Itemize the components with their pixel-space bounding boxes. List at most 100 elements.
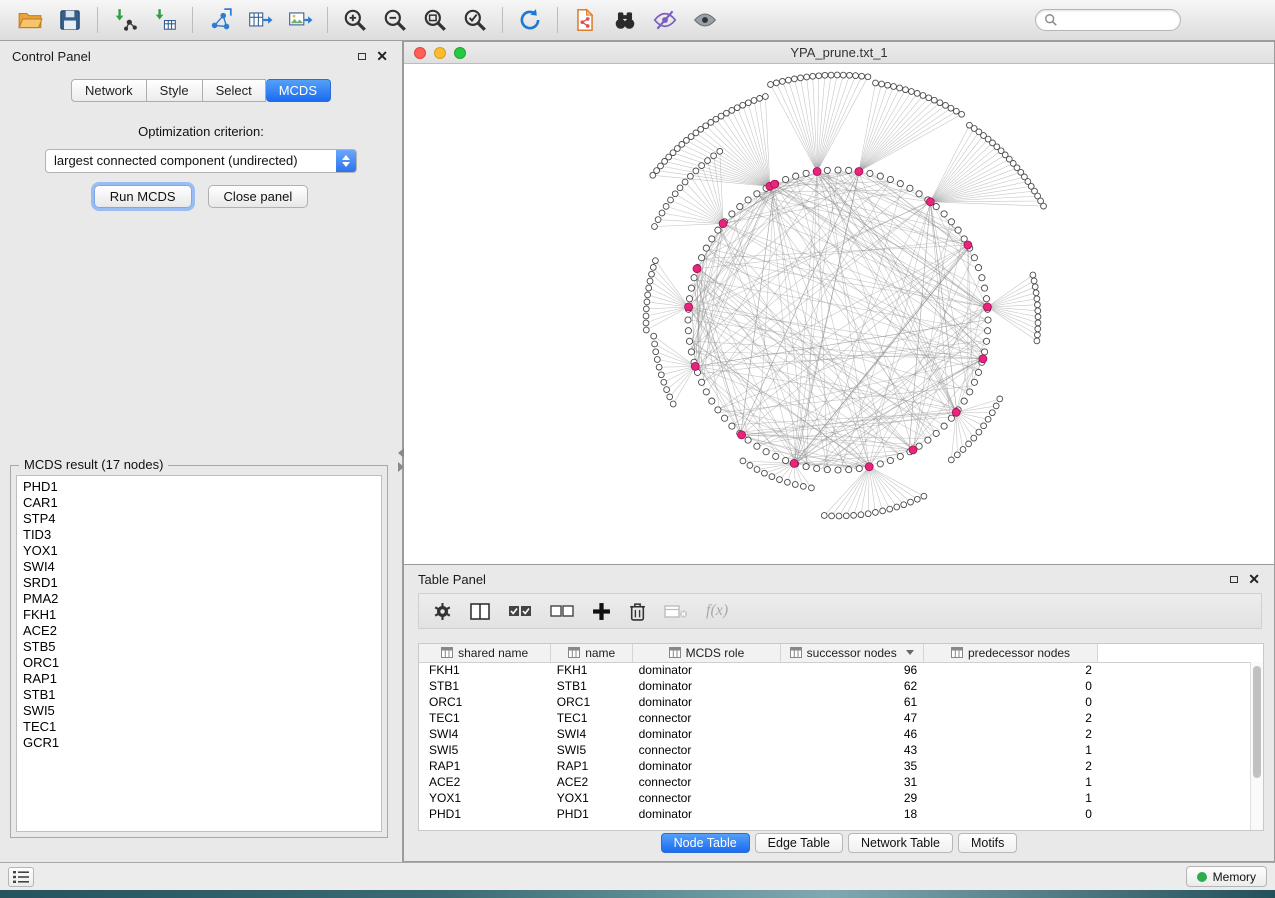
zoom-fit-button[interactable]: [415, 3, 455, 37]
column-header-mcds-role[interactable]: MCDS role: [633, 644, 781, 662]
cell-successor-nodes[interactable]: 96: [780, 662, 923, 678]
close-panel-button[interactable]: Close panel: [208, 185, 309, 208]
cell-predecessor-nodes[interactable]: 0: [923, 678, 1098, 694]
float-panel-icon[interactable]: [358, 53, 366, 60]
float-table-panel-icon[interactable]: [1230, 576, 1238, 583]
result-item[interactable]: CAR1: [23, 495, 381, 511]
table-row[interactable]: ACE2 ACE2 connector 31 1: [419, 774, 1263, 790]
cell-shared-name[interactable]: ACE2: [419, 774, 551, 790]
cell-name[interactable]: STB1: [551, 678, 633, 694]
import-network-button[interactable]: [105, 3, 145, 37]
result-item[interactable]: STB1: [23, 687, 381, 703]
hide-details-button[interactable]: [645, 3, 685, 37]
cell-mcds-role[interactable]: dominator: [633, 806, 781, 822]
result-item[interactable]: SWI4: [23, 559, 381, 575]
cell-name[interactable]: ACE2: [551, 774, 633, 790]
cell-mcds-role[interactable]: connector: [633, 742, 781, 758]
cell-successor-nodes[interactable]: 43: [780, 742, 923, 758]
table-row[interactable]: FKH1 FKH1 dominator 96 2: [419, 662, 1263, 678]
cell-shared-name[interactable]: PHD1: [419, 806, 551, 822]
splitter-collapse-controls[interactable]: [398, 448, 404, 472]
cell-predecessor-nodes[interactable]: 2: [923, 758, 1098, 774]
collapse-left-icon[interactable]: [398, 448, 404, 458]
close-panel-icon[interactable]: ✕: [376, 51, 388, 61]
cell-successor-nodes[interactable]: 47: [780, 710, 923, 726]
cell-predecessor-nodes[interactable]: 1: [923, 774, 1098, 790]
show-panels-button[interactable]: [8, 867, 34, 887]
cell-successor-nodes[interactable]: 61: [780, 694, 923, 710]
cell-shared-name[interactable]: RAP1: [419, 758, 551, 774]
show-details-button[interactable]: [685, 3, 725, 37]
run-mcds-button[interactable]: Run MCDS: [94, 185, 192, 208]
cell-successor-nodes[interactable]: 46: [780, 726, 923, 742]
result-item[interactable]: FKH1: [23, 607, 381, 623]
cell-mcds-role[interactable]: dominator: [633, 694, 781, 710]
tab-mcds[interactable]: MCDS: [266, 79, 331, 102]
table-row[interactable]: YOX1 YOX1 connector 29 1: [419, 790, 1263, 806]
cell-name[interactable]: SWI5: [551, 742, 633, 758]
refresh-view-button[interactable]: [510, 3, 550, 37]
result-item[interactable]: STB5: [23, 639, 381, 655]
cell-name[interactable]: SWI4: [551, 726, 633, 742]
cell-predecessor-nodes[interactable]: 2: [923, 662, 1098, 678]
document-share-button[interactable]: [565, 3, 605, 37]
result-item[interactable]: SRD1: [23, 575, 381, 591]
close-table-panel-icon[interactable]: ✕: [1248, 574, 1260, 584]
tab-style[interactable]: Style: [147, 79, 203, 102]
result-item[interactable]: GCR1: [23, 735, 381, 751]
zoom-in-button[interactable]: [335, 3, 375, 37]
table-scrollbar[interactable]: [1250, 662, 1263, 830]
table-row[interactable]: STB1 STB1 dominator 62 0: [419, 678, 1263, 694]
cell-successor-nodes[interactable]: 62: [780, 678, 923, 694]
cell-mcds-role[interactable]: dominator: [633, 662, 781, 678]
criterion-select[interactable]: largest connected component (undirected): [45, 149, 357, 173]
cell-mcds-role[interactable]: dominator: [633, 678, 781, 694]
add-column-button[interactable]: [592, 602, 611, 621]
cell-shared-name[interactable]: STB1: [419, 678, 551, 694]
table-row[interactable]: RAP1 RAP1 dominator 35 2: [419, 758, 1263, 774]
mcds-result-list[interactable]: PHD1CAR1STP4TID3YOX1SWI4SRD1PMA2FKH1ACE2…: [16, 475, 382, 832]
cell-successor-nodes[interactable]: 31: [780, 774, 923, 790]
table-row[interactable]: SWI4 SWI4 dominator 46 2: [419, 726, 1263, 742]
cell-predecessor-nodes[interactable]: 0: [923, 694, 1098, 710]
result-item[interactable]: YOX1: [23, 543, 381, 559]
column-header-predecessor-nodes[interactable]: predecessor nodes: [923, 644, 1098, 662]
result-item[interactable]: TEC1: [23, 719, 381, 735]
export-table-button[interactable]: [240, 3, 280, 37]
network-canvas[interactable]: [404, 64, 1274, 564]
tab-node-table[interactable]: Node Table: [661, 833, 750, 853]
memory-button[interactable]: Memory: [1186, 866, 1267, 887]
open-session-button[interactable]: [10, 3, 50, 37]
export-image-button[interactable]: [280, 3, 320, 37]
cell-mcds-role[interactable]: connector: [633, 774, 781, 790]
cell-name[interactable]: RAP1: [551, 758, 633, 774]
expand-right-icon[interactable]: [398, 462, 404, 472]
scrollbar-thumb[interactable]: [1253, 666, 1261, 778]
cell-shared-name[interactable]: YOX1: [419, 790, 551, 806]
cell-mcds-role[interactable]: connector: [633, 790, 781, 806]
result-item[interactable]: STP4: [23, 511, 381, 527]
cell-mcds-role[interactable]: dominator: [633, 726, 781, 742]
cell-name[interactable]: ORC1: [551, 694, 633, 710]
column-header-successor-nodes[interactable]: successor nodes: [780, 644, 923, 662]
column-header-shared-name[interactable]: shared name: [419, 644, 551, 662]
cell-shared-name[interactable]: ORC1: [419, 694, 551, 710]
cell-mcds-role[interactable]: dominator: [633, 758, 781, 774]
search-input[interactable]: [1063, 13, 1172, 27]
result-item[interactable]: TID3: [23, 527, 381, 543]
delete-column-button[interactable]: [629, 602, 646, 621]
cell-successor-nodes[interactable]: 35: [780, 758, 923, 774]
cell-predecessor-nodes[interactable]: 2: [923, 726, 1098, 742]
cell-predecessor-nodes[interactable]: 1: [923, 742, 1098, 758]
select-all-button[interactable]: [508, 604, 532, 619]
function-builder-button[interactable]: f(x): [706, 602, 728, 620]
binoculars-search-button[interactable]: [605, 3, 645, 37]
cell-successor-nodes[interactable]: 18: [780, 806, 923, 822]
cell-name[interactable]: TEC1: [551, 710, 633, 726]
cell-mcds-role[interactable]: connector: [633, 710, 781, 726]
cell-shared-name[interactable]: FKH1: [419, 662, 551, 678]
table-row[interactable]: SWI5 SWI5 connector 43 1: [419, 742, 1263, 758]
cell-name[interactable]: FKH1: [551, 662, 633, 678]
deselect-all-button[interactable]: [550, 604, 574, 619]
table-row[interactable]: ORC1 ORC1 dominator 61 0: [419, 694, 1263, 710]
